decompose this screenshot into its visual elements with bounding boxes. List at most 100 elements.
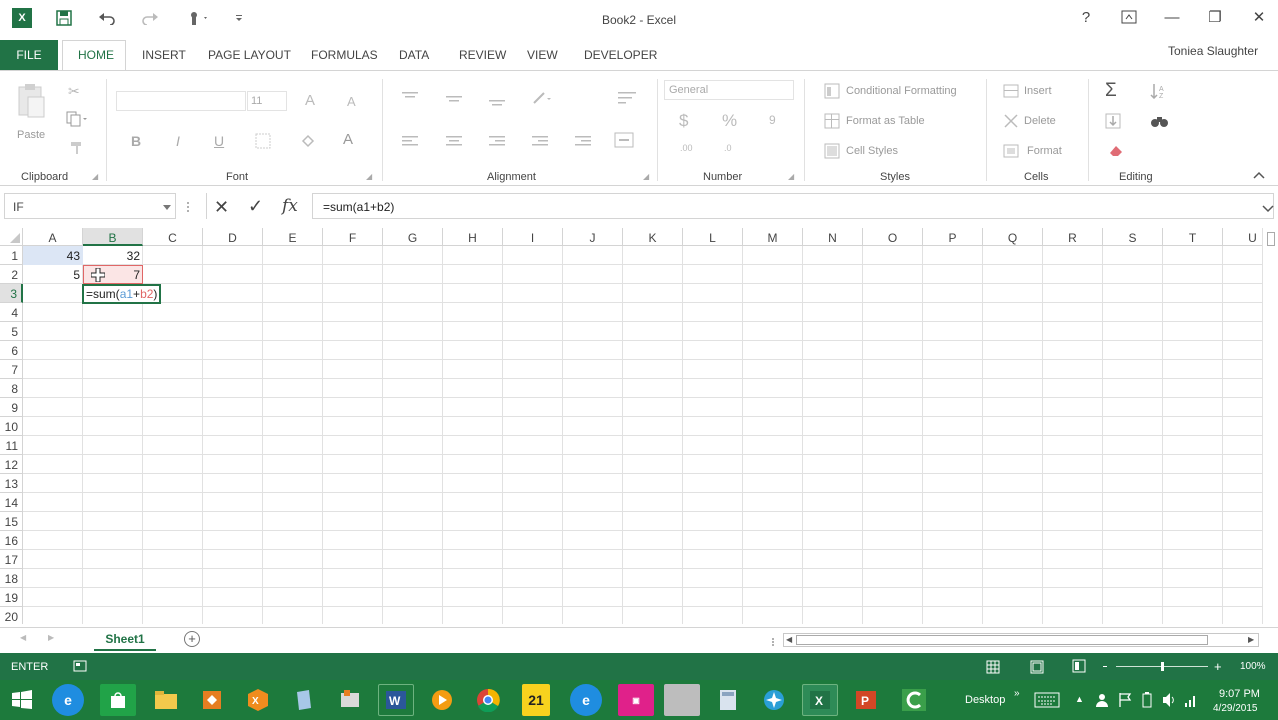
calculator-icon[interactable] <box>710 684 746 716</box>
column-header[interactable]: J <box>563 228 623 246</box>
new-sheet-button[interactable]: + <box>184 631 200 647</box>
ribbon-display-options-button[interactable] <box>1116 6 1142 28</box>
page-break-view-icon[interactable] <box>1072 659 1086 676</box>
column-header[interactable]: E <box>263 228 323 246</box>
orientation-icon[interactable] <box>532 91 552 108</box>
column-header[interactable]: R <box>1043 228 1103 246</box>
scroll-left-icon[interactable]: ◀ <box>786 635 792 644</box>
column-header[interactable]: K <box>623 228 683 246</box>
tab-view[interactable]: VIEW <box>527 48 558 62</box>
row-header[interactable]: 18 <box>0 569 23 588</box>
internet-explorer-icon[interactable]: e <box>52 684 84 716</box>
font-name-combo[interactable] <box>116 91 246 111</box>
column-header[interactable]: T <box>1163 228 1223 246</box>
autosum-button[interactable]: Σ <box>1105 80 1117 102</box>
clock-time[interactable]: 9:07 PM <box>1219 688 1260 700</box>
row-header[interactable]: 1 <box>0 246 23 265</box>
scroll-sheets-left-icon[interactable]: ◀ <box>20 633 26 642</box>
formula-bar-grip-icon[interactable] <box>186 201 190 216</box>
row-header[interactable]: 8 <box>0 379 23 398</box>
cell-a2[interactable]: 5 <box>23 265 83 284</box>
sheet-split-grip-icon[interactable] <box>771 636 775 650</box>
zoom-out-button[interactable] <box>1103 666 1107 667</box>
help-button[interactable]: ? <box>1073 6 1099 28</box>
tab-formulas[interactable]: FORMULAS <box>311 48 378 62</box>
column-header[interactable]: F <box>323 228 383 246</box>
app-icon-6[interactable] <box>756 684 792 716</box>
decrease-indent-icon[interactable] <box>532 135 548 151</box>
font-size-combo[interactable]: 11 <box>247 91 287 111</box>
volume-icon[interactable] <box>1162 692 1178 711</box>
insert-cells-button[interactable]: Insert <box>1024 85 1052 97</box>
borders-icon[interactable] <box>255 133 271 152</box>
column-header[interactable]: M <box>743 228 803 246</box>
row-header[interactable]: 9 <box>0 398 23 417</box>
keyboard-icon[interactable] <box>1034 692 1060 711</box>
increase-decimal-button[interactable]: .00 <box>680 143 693 153</box>
cell-a1[interactable]: 43 <box>23 246 83 265</box>
word-icon[interactable]: W <box>378 684 414 716</box>
row-header[interactable]: 15 <box>0 512 23 531</box>
battery-icon[interactable] <box>1142 692 1152 711</box>
tab-developer[interactable]: DEVELOPER <box>584 48 657 62</box>
cell-b1[interactable]: 32 <box>83 246 143 265</box>
merge-center-icon[interactable] <box>614 132 634 151</box>
row-header[interactable]: 10 <box>0 417 23 436</box>
column-header[interactable]: N <box>803 228 863 246</box>
expand-formula-bar-icon[interactable] <box>1262 202 1274 216</box>
cell-styles-icon[interactable] <box>824 143 840 162</box>
row-header[interactable]: 4 <box>0 303 23 322</box>
row-header[interactable]: 6 <box>0 341 23 360</box>
row-header[interactable]: 11 <box>0 436 23 455</box>
vertical-scrollbar[interactable] <box>1262 228 1278 624</box>
excel-taskbar-icon[interactable]: X <box>802 684 838 716</box>
column-header[interactable]: I <box>503 228 563 246</box>
normal-view-icon[interactable] <box>986 660 1000 677</box>
app-icon-3[interactable] <box>332 684 368 716</box>
tab-insert[interactable]: INSERT <box>142 48 186 62</box>
sort-filter-icon[interactable]: AZ <box>1150 83 1174 102</box>
app-icon-5[interactable] <box>664 684 700 716</box>
delete-cells-button[interactable]: Delete <box>1024 115 1056 127</box>
user-name[interactable]: Toniea Slaughter <box>1168 44 1258 58</box>
insert-function-button[interactable]: fx <box>282 196 298 216</box>
horizontal-scroll-thumb[interactable] <box>796 635 1208 645</box>
column-header[interactable]: S <box>1103 228 1163 246</box>
row-header[interactable]: 16 <box>0 531 23 550</box>
column-header[interactable]: L <box>683 228 743 246</box>
tab-page-layout[interactable]: PAGE LAYOUT <box>208 48 291 62</box>
row-header[interactable]: 14 <box>0 493 23 512</box>
close-button[interactable]: ✕ <box>1246 6 1272 28</box>
clear-icon[interactable] <box>1108 143 1126 160</box>
conditional-formatting-icon[interactable] <box>824 83 840 102</box>
horizontal-scrollbar[interactable]: ◀ ▶ <box>783 633 1259 647</box>
column-header[interactable]: D <box>203 228 263 246</box>
middle-align-icon[interactable] <box>446 93 462 109</box>
percent-button[interactable]: % <box>722 111 737 131</box>
align-center-icon[interactable] <box>446 135 462 151</box>
bold-button[interactable]: B <box>131 133 141 149</box>
italic-button[interactable]: I <box>176 133 180 149</box>
media-player-icon[interactable] <box>424 684 460 716</box>
align-left-icon[interactable] <box>402 135 418 151</box>
copy-icon[interactable] <box>66 111 88 130</box>
font-launcher-icon[interactable]: ◢ <box>366 172 374 181</box>
row-header[interactable]: 12 <box>0 455 23 474</box>
notepad-icon[interactable] <box>286 684 322 716</box>
increase-indent-icon[interactable] <box>575 135 591 151</box>
number-launcher-icon[interactable]: ◢ <box>788 172 796 181</box>
grow-font-button[interactable]: A <box>305 92 315 109</box>
start-button-icon[interactable] <box>4 684 40 716</box>
column-header[interactable]: O <box>863 228 923 246</box>
store-icon[interactable] <box>100 684 136 716</box>
scroll-right-icon[interactable]: ▶ <box>1248 635 1254 644</box>
align-right-icon[interactable] <box>489 135 505 151</box>
formula-input[interactable]: =sum(a1+b2) <box>312 193 1274 219</box>
delete-cells-icon[interactable] <box>1003 113 1019 132</box>
network-icon[interactable] <box>1184 692 1198 711</box>
file-explorer-icon[interactable] <box>148 684 184 716</box>
top-align-icon[interactable] <box>402 91 418 107</box>
camtasia-icon[interactable] <box>896 684 932 716</box>
paste-icon[interactable] <box>16 83 46 122</box>
column-header[interactable]: B <box>83 228 143 246</box>
